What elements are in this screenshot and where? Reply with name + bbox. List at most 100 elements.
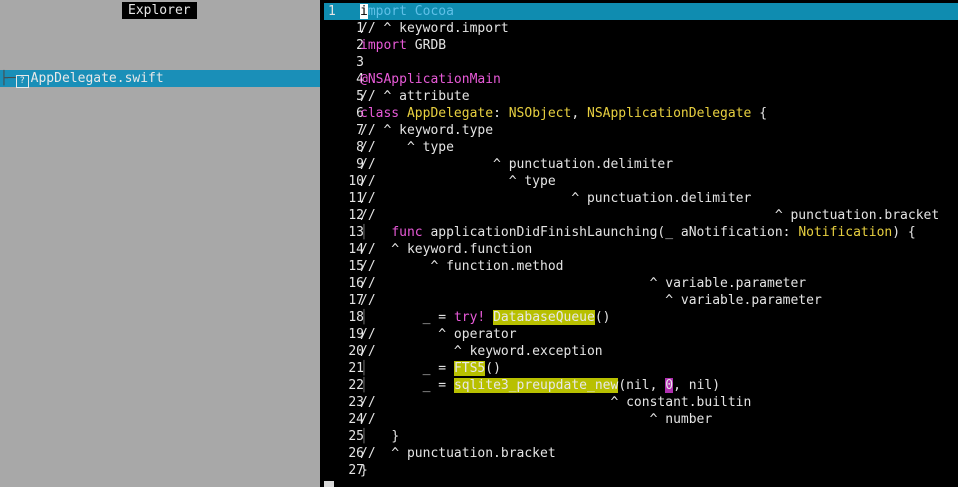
code-text: // ^ constant.builtin: [360, 394, 751, 411]
code-text: │ func applicationDidFinishLaunching(_ a…: [360, 224, 916, 241]
tree-branch-icon: ├─: [0, 71, 16, 86]
line-number: 17: [348, 293, 364, 308]
code-token: import: [360, 38, 407, 53]
code-token: // ^ punctuation.delimiter: [360, 191, 752, 206]
code-token: // ^ punctuation.bracket: [360, 446, 556, 461]
code-text: import Cocoa: [360, 3, 454, 20]
code-token: // ^ keyword.function: [360, 242, 533, 257]
code-text: @NSApplicationMain: [360, 71, 501, 88]
code-token: NSApplicationDelegate: [587, 106, 752, 121]
line-number: 5: [356, 89, 364, 104]
current-line[interactable]: 1 import Cocoa: [324, 3, 958, 20]
line-number: 26: [348, 446, 364, 461]
code-text: // ^ keyword.function: [360, 241, 532, 258]
file-explorer-panel: Explorer ├─? AppDelegate.swift: [0, 0, 320, 487]
code-text: // ^ variable.parameter: [360, 275, 806, 292]
code-text: // ^ attribute: [360, 88, 470, 105]
code-token: }: [391, 429, 400, 444]
line-number: 8: [356, 140, 364, 155]
line-number: 15: [348, 259, 364, 274]
line-number: 27: [348, 463, 364, 478]
line-number: 20: [348, 344, 364, 359]
file-type-unknown-icon: ?: [15, 75, 29, 88]
line-number: 14: [348, 242, 364, 257]
code-token: // ^ attribute: [360, 89, 470, 104]
indent-guide: │: [360, 310, 423, 325]
code-token: NSObject: [508, 106, 572, 121]
code-token: _ =: [422, 378, 454, 393]
code-token: // ^ operator: [360, 327, 517, 342]
line-number: 16: [348, 276, 364, 291]
code-text: // ^ keyword.exception: [360, 343, 603, 360]
code-token: 0: [665, 378, 674, 393]
end-of-buffer-marker: [324, 481, 334, 487]
line-number: 13: [348, 225, 364, 240]
line-number: 24: [348, 412, 364, 427]
code-token: DatabaseQueue: [493, 310, 595, 325]
line-number: 21: [348, 361, 364, 376]
code-token: class: [360, 106, 400, 121]
code-token: FTS5: [453, 361, 486, 376]
line-number: 6: [356, 106, 364, 121]
code-token: // ^ variable.parameter: [360, 276, 807, 291]
code-text: // ^ type: [360, 139, 454, 156]
code-token: // ^ keyword.type: [360, 123, 494, 138]
indent-guide: │: [360, 429, 392, 444]
code-text: // ^ number: [360, 411, 712, 428]
line-number: 12: [348, 208, 364, 223]
code-token: {: [751, 106, 768, 121]
line-number: 7: [356, 123, 364, 138]
code-text: import GRDB: [360, 37, 446, 54]
code-token: // ^ punctuation.delimiter: [360, 157, 674, 172]
editor-window: Explorer ├─? AppDelegate.swift 1 import Co…: [0, 0, 958, 487]
code-text: // ^ type: [360, 173, 556, 190]
code-token: (): [485, 361, 501, 376]
code-text: // ^ operator: [360, 326, 517, 343]
code-token: Notification: [798, 225, 893, 240]
code-token: // ^ type: [360, 140, 454, 155]
code-text: // ^ punctuation.delimiter: [360, 156, 673, 173]
code-token: sqlite3_preupdate_new: [453, 378, 619, 393]
code-text: class AppDelegate: NSObject, NSApplicati…: [360, 105, 767, 122]
code-token: // ^ keyword.import: [360, 21, 509, 36]
code-text: │ _ = FTS5(): [360, 360, 501, 377]
line-number: 18: [348, 310, 364, 325]
line-number: 2: [356, 38, 364, 53]
code-text: }: [360, 462, 368, 479]
line-number: 9: [356, 157, 364, 172]
code-token: }: [360, 463, 368, 478]
explorer-file-item[interactable]: ├─? AppDelegate.swift: [0, 70, 320, 88]
code-token: // ^ keyword.exception: [360, 344, 603, 359]
code-token: (): [594, 310, 611, 325]
line-number: 19: [348, 327, 364, 342]
code-token: @NSApplicationMain: [360, 72, 501, 87]
code-token: // ^ punctuation.bracket: [360, 208, 940, 223]
line-number: 25: [348, 429, 364, 444]
explorer-title: Explorer: [122, 2, 197, 19]
code-token: _ =: [422, 361, 454, 376]
text-cursor: i: [360, 4, 368, 19]
code-token: // ^ type: [360, 174, 556, 189]
line-number: 10: [348, 174, 364, 189]
indent-guide: │: [360, 225, 392, 240]
code-token: // ^ function.method: [360, 259, 564, 274]
code-token: // ^ constant.builtin: [360, 395, 752, 410]
code-token: :: [493, 106, 509, 121]
code-text: // ^ function.method: [360, 258, 564, 275]
indent-guide: │: [360, 361, 423, 376]
code-token: applicationDidFinishLaunching(_ aNotific…: [422, 225, 799, 240]
line-number: 22: [348, 378, 364, 393]
code-editor[interactable]: 1 import Cocoa 1// ^ keyword.import 2 import…: [324, 0, 958, 487]
code-text: │ }: [360, 428, 399, 445]
line-number: 23: [348, 395, 364, 410]
line-number: 11: [348, 191, 364, 206]
code-text: // ^ keyword.type: [360, 122, 493, 139]
code-token: AppDelegate: [406, 106, 494, 121]
code-token: ,: [571, 106, 587, 121]
code-token: , nil): [673, 378, 721, 393]
code-token: _ =: [422, 310, 454, 325]
code-token: GRDB: [406, 38, 447, 53]
code-token: (nil,: [618, 378, 666, 393]
code-token: try!: [453, 310, 486, 325]
